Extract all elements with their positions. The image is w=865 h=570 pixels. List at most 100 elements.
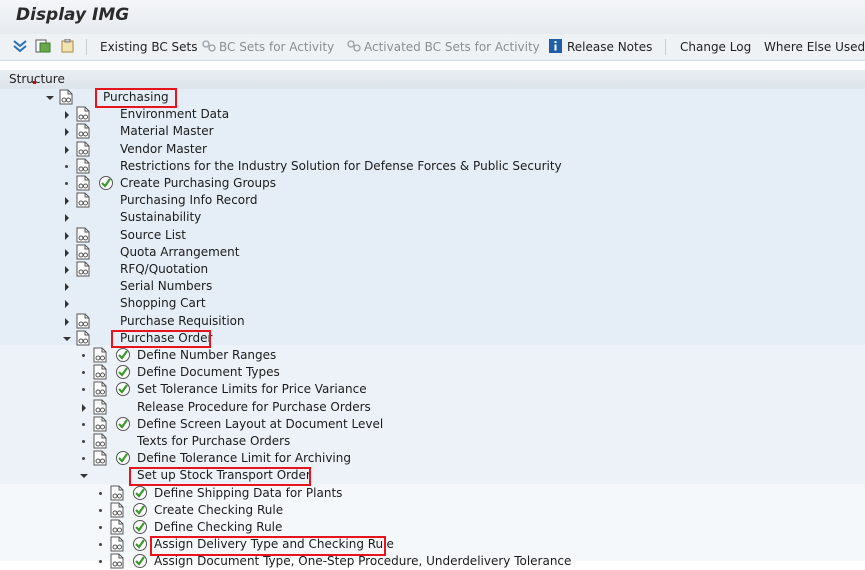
document-icon[interactable]	[76, 123, 90, 139]
tree-node-label[interactable]: Define Checking Rule	[154, 520, 282, 534]
expand-arrow-icon[interactable]	[65, 283, 69, 292]
expand-arrow-icon[interactable]	[65, 145, 69, 154]
release-notes-button[interactable]: Release Notes	[567, 40, 652, 54]
tree-node-label[interactable]: Sustainability	[120, 210, 201, 224]
document-icon[interactable]	[76, 261, 90, 277]
tree-node-label[interactable]: Create Checking Rule	[154, 503, 283, 517]
tree-node-label[interactable]: Define Screen Layout at Document Level	[137, 417, 383, 431]
document-icon[interactable]	[76, 192, 90, 208]
expand-arrow-icon[interactable]	[65, 300, 69, 309]
document-icon[interactable]	[93, 399, 107, 415]
document-icon[interactable]	[110, 553, 124, 569]
tree-node-label[interactable]: Vendor Master	[120, 142, 207, 156]
tree-node[interactable]: Define Tolerance Limit for Archiving	[0, 450, 865, 467]
tree-node[interactable]: Create Purchasing Groups	[0, 175, 865, 192]
document-icon[interactable]	[93, 364, 107, 380]
document-icon[interactable]	[93, 347, 107, 363]
execute-activity-icon[interactable]	[132, 553, 148, 569]
document-icon[interactable]	[76, 106, 90, 122]
existing-bc-sets-button[interactable]: Existing BC Sets	[100, 40, 198, 54]
tree-node-label[interactable]: Release Procedure for Purchase Orders	[137, 400, 371, 414]
expand-arrow-icon[interactable]	[65, 128, 69, 137]
document-icon[interactable]	[59, 89, 73, 105]
tree-node-label[interactable]: Source List	[120, 228, 186, 242]
tree-node-label[interactable]: Restrictions for the Industry Solution f…	[120, 159, 562, 173]
execute-activity-icon[interactable]	[132, 536, 148, 552]
document-icon[interactable]	[110, 536, 124, 552]
document-icon[interactable]	[93, 450, 107, 466]
execute-activity-icon[interactable]	[115, 364, 131, 380]
bc-sets-for-activity-button[interactable]: BC Sets for Activity	[219, 40, 334, 54]
document-icon[interactable]	[110, 519, 124, 535]
document-icon[interactable]	[76, 244, 90, 260]
tree-node[interactable]: Purchasing Info Record	[0, 192, 865, 209]
document-icon[interactable]	[76, 141, 90, 157]
tree-node-label[interactable]: Define Tolerance Limit for Archiving	[137, 451, 351, 465]
change-log-button[interactable]: Change Log	[680, 40, 751, 54]
tree-node-label[interactable]: Define Shipping Data for Plants	[154, 486, 342, 500]
document-icon[interactable]	[76, 330, 90, 346]
collapse-arrow-icon[interactable]	[46, 96, 54, 100]
tree-node[interactable]: Material Master	[0, 123, 865, 140]
tree-node-label[interactable]: Serial Numbers	[120, 279, 212, 293]
tree-node[interactable]: Texts for Purchase Orders	[0, 433, 865, 450]
document-icon[interactable]	[110, 485, 124, 501]
tree-node[interactable]: Sustainability	[0, 209, 865, 226]
tree-node[interactable]: Create Checking Rule	[0, 502, 865, 519]
document-icon[interactable]	[93, 381, 107, 397]
tree-node-label[interactable]: Define Number Ranges	[137, 348, 276, 362]
execute-activity-icon[interactable]	[98, 175, 114, 191]
tree-node-label[interactable]: Environment Data	[120, 107, 229, 121]
tree-node-label[interactable]: Assign Document Type, One-Step Procedure…	[154, 554, 571, 568]
document-icon[interactable]	[93, 433, 107, 449]
activated-bc-sets-button[interactable]: Activated BC Sets for Activity	[364, 40, 540, 54]
clipboard-icon[interactable]	[60, 39, 76, 53]
tree-node[interactable]: Vendor Master	[0, 141, 865, 158]
expand-arrow-icon[interactable]	[65, 266, 69, 274]
tree-node[interactable]: Define Screen Layout at Document Level	[0, 416, 865, 433]
tree-node[interactable]: Define Checking Rule	[0, 519, 865, 536]
execute-activity-icon[interactable]	[132, 485, 148, 501]
tree-node[interactable]: Define Shipping Data for Plants	[0, 485, 865, 502]
tree-node-label[interactable]: RFQ/Quotation	[120, 262, 208, 276]
expand-arrow-icon[interactable]	[65, 231, 69, 240]
where-else-used-button[interactable]: Where Else Used	[764, 40, 865, 54]
document-icon[interactable]	[76, 313, 90, 329]
collapse-arrow-icon[interactable]	[63, 336, 71, 341]
collapse-arrow-icon[interactable]	[80, 474, 88, 479]
tree-node-label[interactable]: Quota Arrangement	[120, 245, 239, 259]
tree-node[interactable]: Shopping Cart	[0, 295, 865, 312]
tree-node[interactable]: Environment Data	[0, 106, 865, 123]
tree-node-label[interactable]: Material Master	[120, 124, 214, 138]
expand-arrow-icon[interactable]	[65, 197, 69, 206]
tree-node-label[interactable]: Shopping Cart	[120, 296, 206, 310]
expand-arrow-icon[interactable]	[65, 214, 69, 223]
tree-node[interactable]: Serial Numbers	[0, 278, 865, 295]
tree-node[interactable]: Define Document Types	[0, 364, 865, 381]
execute-activity-icon[interactable]	[115, 347, 131, 363]
find-icon[interactable]	[35, 39, 51, 53]
tree-node[interactable]: Purchase Requisition	[0, 313, 865, 330]
execute-activity-icon[interactable]	[115, 450, 131, 466]
execute-activity-icon[interactable]	[132, 519, 148, 535]
tree-node[interactable]: Set Tolerance Limits for Price Variance	[0, 381, 865, 398]
tree-node-label[interactable]: Set Tolerance Limits for Price Variance	[137, 382, 367, 396]
execute-activity-icon[interactable]	[115, 381, 131, 397]
expand-arrow-icon[interactable]	[65, 248, 69, 257]
expand-all-icon[interactable]	[12, 39, 28, 53]
expand-arrow-icon[interactable]	[82, 403, 86, 412]
execute-activity-icon[interactable]	[132, 502, 148, 518]
tree-node[interactable]: Restrictions for the Industry Solution f…	[0, 158, 865, 175]
expand-arrow-icon[interactable]	[65, 317, 69, 326]
execute-activity-icon[interactable]	[115, 416, 131, 432]
tree-node-label[interactable]: Texts for Purchase Orders	[137, 434, 290, 448]
tree-node-label[interactable]: Purchasing Info Record	[120, 193, 257, 207]
document-icon[interactable]	[76, 227, 90, 243]
tree-node-label[interactable]: Purchase Requisition	[120, 314, 245, 328]
tree-node[interactable]: Source List	[0, 227, 865, 244]
tree-node[interactable]: Assign Delivery Type and Checking Rule	[0, 536, 865, 553]
expand-arrow-icon[interactable]	[65, 111, 69, 120]
document-icon[interactable]	[110, 502, 124, 518]
tree-node[interactable]: Quota Arrangement	[0, 244, 865, 261]
tree-node[interactable]: Release Procedure for Purchase Orders	[0, 399, 865, 416]
